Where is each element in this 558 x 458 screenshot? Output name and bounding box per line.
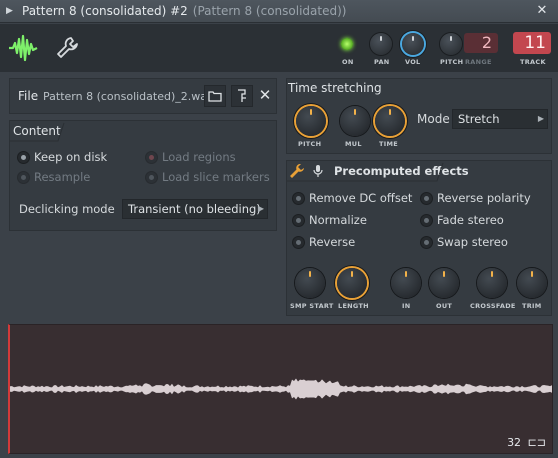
remove-file-icon[interactable]: ✕ bbox=[254, 85, 276, 107]
swap-stereo-radio[interactable] bbox=[420, 236, 433, 249]
smp-start-label: SMP START bbox=[290, 302, 334, 310]
content-panel: Content Keep on disk Resample Load regio… bbox=[9, 120, 277, 231]
pan-knob[interactable] bbox=[370, 33, 392, 55]
declicking-mode-select[interactable]: Transient (no bleeding) ▶ bbox=[122, 199, 268, 219]
waveform-tab-icon[interactable] bbox=[7, 34, 39, 62]
load-regions-label: Load regions bbox=[162, 150, 236, 164]
fade-in-knob[interactable] bbox=[391, 268, 421, 298]
zoom-value: 32 bbox=[507, 436, 522, 449]
time-stretching-title: Time stretching bbox=[288, 81, 382, 95]
ts-pitch-label: PITCH bbox=[298, 140, 322, 148]
normalize-radio[interactable] bbox=[292, 214, 305, 227]
waveform-view[interactable]: 32 ⊏⊐ bbox=[8, 324, 553, 454]
reverse-radio[interactable] bbox=[292, 236, 305, 249]
ts-time-knob[interactable] bbox=[375, 106, 405, 136]
crossfade-knob[interactable] bbox=[477, 268, 507, 298]
window-menu-arrow-icon[interactable]: ▶ bbox=[6, 6, 14, 16]
load-slice-markers-radio[interactable] bbox=[145, 171, 158, 184]
waveform-zoom-readout: 32 ⊏⊐ bbox=[507, 436, 546, 449]
open-folder-icon[interactable] bbox=[204, 85, 226, 107]
reverse-polarity-radio[interactable] bbox=[420, 192, 433, 205]
remove-dc-offset-radio[interactable] bbox=[292, 192, 305, 205]
fade-stereo-radio[interactable] bbox=[420, 214, 433, 227]
keep-on-disk-label: Keep on disk bbox=[34, 150, 108, 164]
window-title: Pattern 8 (consolidated) #2 bbox=[22, 4, 188, 18]
pitch-label: PITCH bbox=[440, 58, 464, 66]
channel-on-led[interactable] bbox=[341, 38, 353, 50]
precomputed-effects-panel: Precomputed effects Remove DC offset Nor… bbox=[286, 160, 552, 316]
stretch-mode-value: Stretch bbox=[458, 112, 500, 126]
trim-knob[interactable] bbox=[517, 268, 547, 298]
pitch-knob[interactable] bbox=[440, 33, 462, 55]
smp-start-knob[interactable] bbox=[295, 268, 325, 298]
locate-file-icon[interactable] bbox=[231, 85, 253, 107]
crossfade-label: CROSSFADE bbox=[470, 302, 516, 310]
declicking-mode-label: Declicking mode bbox=[19, 202, 115, 216]
in-label: IN bbox=[402, 302, 411, 310]
length-knob[interactable] bbox=[337, 268, 367, 298]
loop-icon[interactable]: ⊏⊐ bbox=[528, 436, 546, 449]
file-panel: File Pattern 8 (consolidated)_2.wav ✕ bbox=[9, 78, 277, 114]
chevron-right-icon: ▶ bbox=[257, 204, 264, 213]
range-label: RANGE bbox=[465, 58, 492, 66]
mixer-track-display[interactable]: 11 bbox=[513, 32, 551, 54]
fade-out-knob[interactable] bbox=[429, 268, 459, 298]
declicking-mode-value: Transient (no bleeding) bbox=[128, 202, 261, 216]
file-label: File bbox=[18, 89, 39, 103]
pitch-range-display[interactable]: 2 bbox=[464, 33, 498, 53]
stretch-mode-select[interactable]: Stretch ▶ bbox=[452, 109, 548, 129]
ts-time-label: TIME bbox=[379, 140, 398, 148]
trim-label: TRIM bbox=[522, 302, 542, 310]
load-slice-markers-label: Load slice markers bbox=[162, 170, 270, 184]
swap-stereo-label: Swap stereo bbox=[437, 235, 508, 249]
out-label: OUT bbox=[436, 302, 453, 310]
content-title-underline bbox=[10, 122, 65, 142]
load-regions-radio[interactable] bbox=[145, 151, 158, 164]
mode-label: Mode bbox=[417, 112, 450, 126]
track-label: TRACK bbox=[520, 58, 546, 66]
remove-dc-offset-label: Remove DC offset bbox=[309, 191, 413, 205]
time-stretching-panel: Time stretching PITCH MUL TIME Mode Stre… bbox=[286, 78, 552, 154]
fade-stereo-label: Fade stereo bbox=[437, 213, 504, 227]
close-icon[interactable]: ✕ bbox=[534, 3, 550, 19]
waveform-graphic bbox=[10, 378, 552, 400]
normalize-label: Normalize bbox=[309, 213, 367, 227]
precomputed-title-underline bbox=[287, 162, 444, 182]
pan-label: PAN bbox=[374, 58, 390, 66]
ts-mul-label: MUL bbox=[345, 140, 362, 148]
resample-label: Resample bbox=[34, 170, 91, 184]
on-label: ON bbox=[342, 58, 354, 66]
ts-mul-knob[interactable] bbox=[340, 106, 370, 136]
waveform-envelope bbox=[10, 378, 552, 400]
wrench-tab-icon[interactable] bbox=[56, 36, 78, 60]
window-subtitle: (Pattern 8 (consolidated)) bbox=[192, 4, 347, 18]
volume-knob[interactable] bbox=[402, 33, 424, 55]
chevron-right-icon: ▶ bbox=[537, 114, 544, 123]
file-name: Pattern 8 (consolidated)_2.wav bbox=[43, 90, 214, 103]
reverse-polarity-label: Reverse polarity bbox=[437, 191, 531, 205]
vol-label: VOL bbox=[405, 58, 421, 66]
ts-pitch-knob[interactable] bbox=[296, 106, 326, 136]
reverse-label: Reverse bbox=[309, 235, 356, 249]
resample-radio[interactable] bbox=[17, 171, 30, 184]
length-label: LENGTH bbox=[338, 302, 369, 310]
title-bar: ▶ Pattern 8 (consolidated) #2 (Pattern 8… bbox=[0, 0, 558, 23]
keep-on-disk-radio[interactable] bbox=[17, 151, 30, 164]
